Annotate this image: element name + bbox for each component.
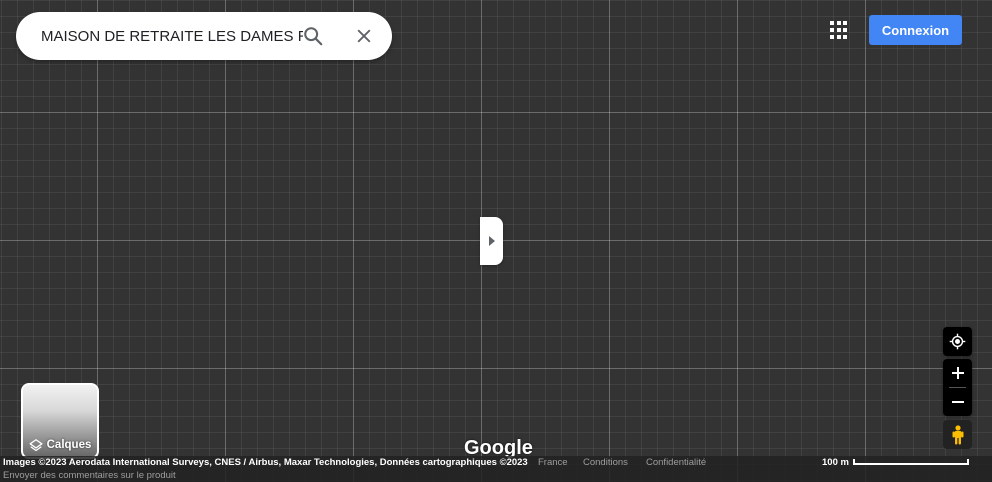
- search-icon: [304, 27, 323, 46]
- layers-icon: [29, 439, 43, 452]
- search-input[interactable]: [41, 12, 303, 60]
- footer-bar: Images ©2023 Aerodata International Surv…: [0, 456, 992, 482]
- map-attribution: Images ©2023 Aerodata International Surv…: [3, 457, 528, 468]
- terms-link[interactable]: Conditions: [583, 457, 628, 468]
- search-box: [16, 12, 392, 60]
- scale-bar[interactable]: [853, 459, 969, 465]
- privacy-link[interactable]: Confidentialité: [646, 457, 706, 468]
- feedback-link[interactable]: Envoyer des commentaires sur le produit: [3, 470, 176, 481]
- close-icon: [357, 29, 371, 43]
- layers-label-row: Calques: [23, 438, 97, 452]
- clear-search-button[interactable]: [352, 24, 376, 48]
- apps-button[interactable]: [828, 19, 850, 41]
- plus-icon: [951, 367, 964, 379]
- signin-button[interactable]: Connexion: [869, 15, 962, 45]
- side-panel-toggle[interactable]: [480, 217, 503, 265]
- apps-grid-icon: [830, 21, 834, 25]
- layers-button[interactable]: Calques: [21, 383, 99, 459]
- pegman-icon: [952, 424, 963, 444]
- street-view-pegman[interactable]: [943, 420, 972, 449]
- zoom-out-button[interactable]: [943, 388, 972, 416]
- my-location-button[interactable]: [943, 327, 972, 356]
- layers-label: Calques: [46, 439, 92, 451]
- country-link[interactable]: France: [538, 457, 568, 468]
- zoom-controls: [943, 359, 972, 416]
- minus-icon: [951, 401, 964, 403]
- my-location-icon: [949, 333, 966, 350]
- search-button[interactable]: [301, 24, 325, 48]
- zoom-in-button[interactable]: [943, 359, 972, 387]
- scale-label[interactable]: 100 m: [822, 457, 849, 468]
- caret-right-icon: [488, 236, 495, 246]
